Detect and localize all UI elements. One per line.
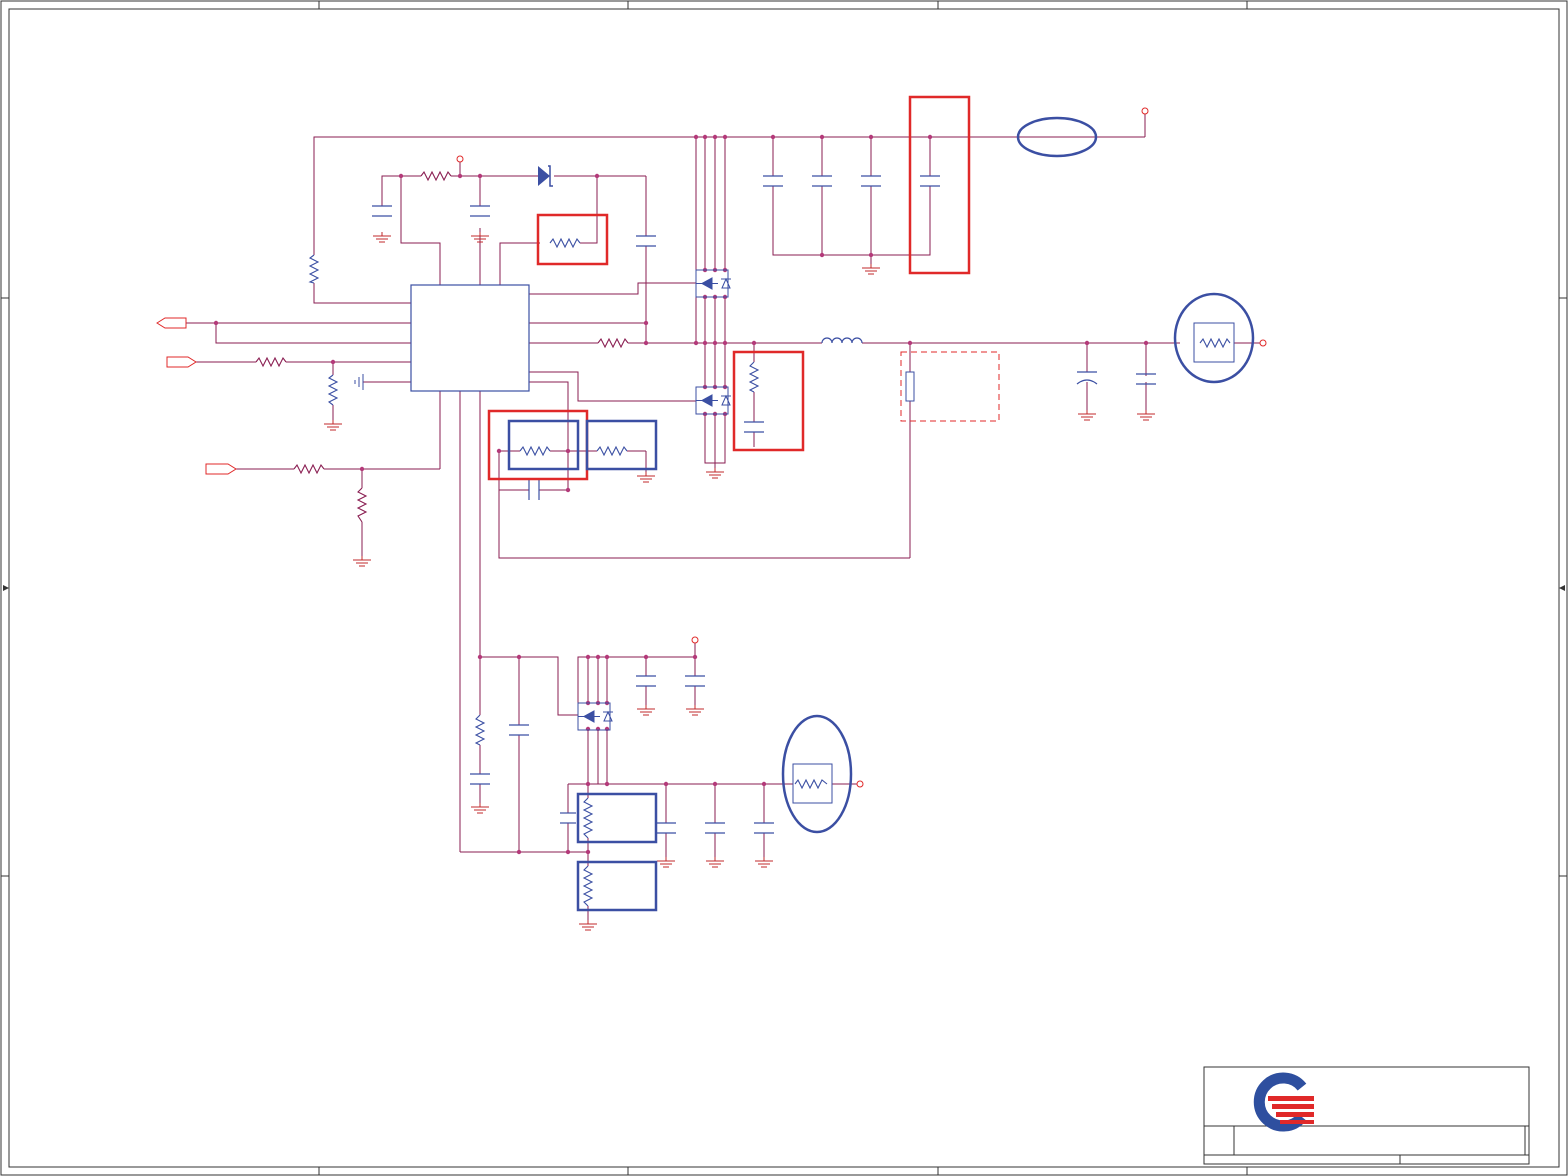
pwm-controller-ic xyxy=(410,284,530,392)
resistor-pg-pulldown xyxy=(356,487,368,523)
resistor-sense-1 xyxy=(519,445,551,457)
highlight-input-capacitor xyxy=(908,95,971,275)
resistor-gate xyxy=(597,337,629,349)
off-page-connectors xyxy=(156,317,237,475)
blue-highlight-boxes xyxy=(507,116,1255,912)
low-side-mosfet xyxy=(695,386,731,415)
sheet-border xyxy=(0,0,1568,1176)
junction-dots xyxy=(213,134,1149,855)
ground-symbols xyxy=(324,232,1155,931)
connector-pgood-input xyxy=(205,463,237,475)
zone-marker-left xyxy=(3,585,9,591)
schematic-drawing xyxy=(0,0,1568,1176)
optional-component-region xyxy=(900,351,1000,422)
wires xyxy=(186,114,1260,920)
zone-marker-right xyxy=(1559,585,1565,591)
output-inductor xyxy=(821,337,863,344)
highlight-snubber xyxy=(732,350,805,452)
resistor-feedback-top xyxy=(549,237,581,249)
company-logo-icon xyxy=(1253,1072,1314,1132)
ldo-mosfet xyxy=(577,702,613,731)
schematic-sheet xyxy=(0,0,1568,1176)
chassis-ground-symbol xyxy=(354,374,364,390)
highlight-output-jumper xyxy=(1173,292,1255,384)
resistor-pg-series xyxy=(293,463,325,475)
high-side-mosfet xyxy=(695,269,731,298)
resistor-pullup xyxy=(308,254,320,284)
bootstrap-diode xyxy=(538,165,553,187)
resistor-en-pulldown xyxy=(327,374,339,406)
resistor-en-series xyxy=(255,356,287,368)
optional-resistor xyxy=(905,371,915,402)
highlight-ldo-fb-bottom xyxy=(576,860,658,912)
resistor-bootstrap xyxy=(420,170,452,182)
resistor-ldo-fb-top xyxy=(582,797,594,839)
highlight-ldo-fb-top xyxy=(576,792,658,844)
connector-output-left xyxy=(156,317,187,329)
resistor-sense-2 xyxy=(596,445,628,457)
resistor-ldo-comp xyxy=(474,714,486,746)
resistor-ldo-jumper xyxy=(794,778,828,790)
resistors xyxy=(255,170,1231,907)
resistor-snubber xyxy=(748,361,760,393)
resistor-ldo-fb-bottom xyxy=(582,865,594,907)
title-block xyxy=(1203,1066,1530,1165)
connector-enable-input xyxy=(166,356,197,368)
resistor-output-jumper xyxy=(1199,337,1231,349)
capacitors xyxy=(372,175,1156,834)
